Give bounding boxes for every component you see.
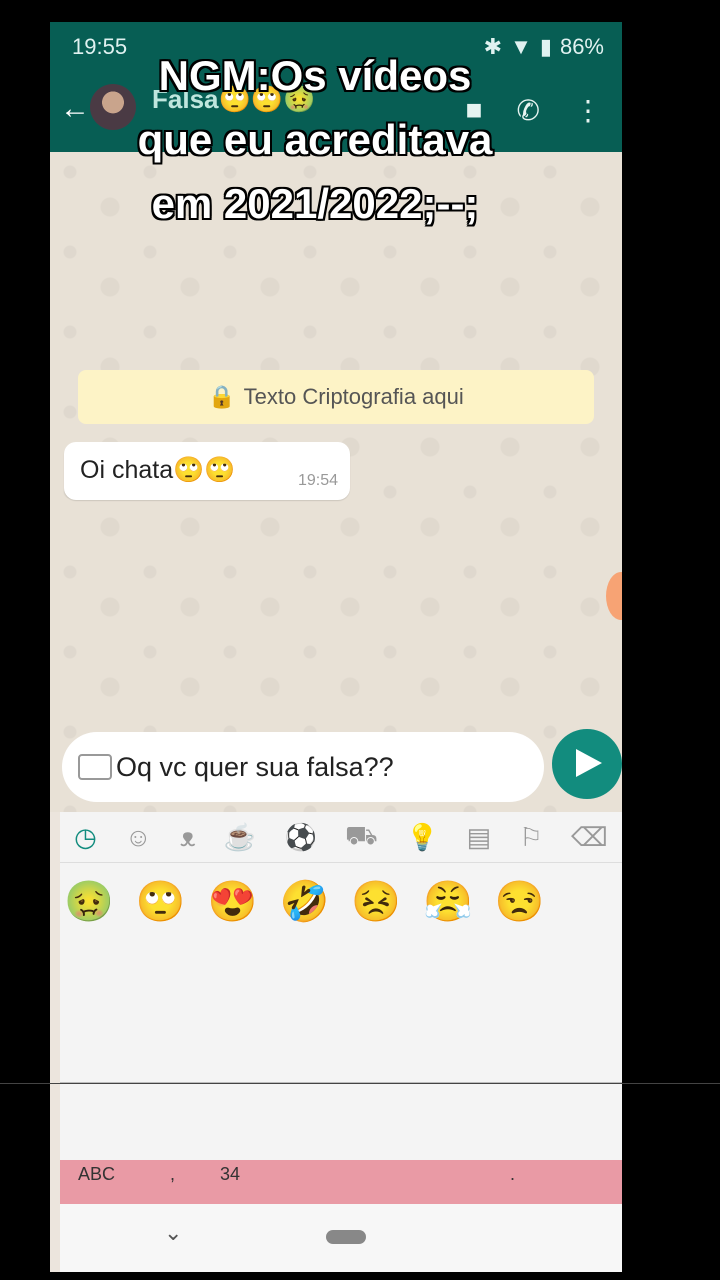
message-bubble[interactable]: Oi chata🙄🙄 19:54: [64, 442, 350, 500]
comma-key[interactable]: ,: [170, 1164, 175, 1185]
encryption-text: Texto Criptografia aqui: [243, 384, 464, 409]
lock-icon: 🔒: [208, 384, 236, 409]
food-icon[interactable]: ☕: [224, 822, 256, 853]
send-button[interactable]: [552, 729, 622, 799]
objects-icon[interactable]: 💡: [406, 822, 438, 853]
message-time: 19:54: [297, 472, 338, 489]
caption-line-1: NGM:Os vídeos: [158, 52, 472, 99]
home-pill[interactable]: [326, 1230, 366, 1244]
sports-icon[interactable]: ⚽: [284, 822, 316, 853]
back-arrow-icon[interactable]: ←: [60, 92, 90, 126]
smiley-icon[interactable]: ☺: [125, 822, 152, 853]
travel-icon[interactable]: ⛟: [345, 820, 378, 855]
caption-line-3: em 2021/2022;--;: [151, 180, 479, 227]
emoji-keyboard: ◷ ☺ ᴥ ☕ ⚽ ⛟ 💡 ▤ ⚐ ⌫ 🤢 🙄 😍 🤣 😣 😤 😒 ABC , …: [60, 812, 622, 1272]
flag-icon[interactable]: ⚐: [519, 822, 542, 853]
chevron-down-icon[interactable]: ⌄: [164, 1220, 182, 1246]
message-input-text[interactable]: Oq vc quer sua falsa??: [116, 752, 394, 783]
emoji-key[interactable]: 😤: [423, 878, 473, 925]
emoji-key[interactable]: 😣: [351, 878, 401, 925]
chat-area: 🔒 Texto Criptografia aqui Oi chata🙄🙄 19:…: [50, 152, 622, 812]
message-input[interactable]: Oq vc quer sua falsa??: [62, 732, 544, 802]
period-key[interactable]: .: [510, 1164, 515, 1185]
keyboard-icon[interactable]: [78, 754, 112, 780]
emoji-tabs: ◷ ☺ ᴥ ☕ ⚽ ⛟ 💡 ▤ ⚐ ⌫: [60, 812, 622, 863]
emoji-key[interactable]: 😒: [495, 878, 545, 925]
recent-emoji-row: 🤢 🙄 😍 🤣 😣 😤 😒: [64, 878, 545, 925]
navigation-bar: ⌄: [60, 1204, 622, 1272]
battery-percent: 86%: [559, 34, 604, 59]
symbols-icon[interactable]: ▤: [467, 822, 492, 853]
backspace-icon[interactable]: ⌫: [571, 822, 608, 853]
battery-icon: ▮: [539, 34, 552, 59]
emoji-key[interactable]: 😍: [208, 878, 258, 925]
floating-bubble[interactable]: [606, 572, 622, 620]
number-key[interactable]: 34: [220, 1164, 240, 1185]
emoji-key[interactable]: 🤢: [64, 878, 114, 925]
video-caption: NGM:Os vídeos que eu acreditava em 2021/…: [110, 44, 520, 236]
emoji-key[interactable]: 🤣: [279, 878, 329, 925]
caption-line-2: que eu acreditava: [137, 116, 493, 163]
keyboard-bottom-row: ABC , 34 .: [60, 1160, 622, 1204]
message-text: Oi chata🙄🙄: [80, 456, 236, 484]
abc-key[interactable]: ABC: [78, 1164, 115, 1185]
recent-icon[interactable]: ◷: [74, 822, 97, 853]
emoji-key[interactable]: 🙄: [136, 878, 186, 925]
divider-line: [0, 1083, 720, 1084]
animal-icon[interactable]: ᴥ: [180, 822, 196, 853]
encryption-notice[interactable]: 🔒 Texto Criptografia aqui: [78, 370, 594, 424]
phone-icon[interactable]: ✆: [517, 94, 540, 127]
send-icon: [576, 749, 602, 777]
more-icon[interactable]: ⋮: [574, 94, 602, 127]
